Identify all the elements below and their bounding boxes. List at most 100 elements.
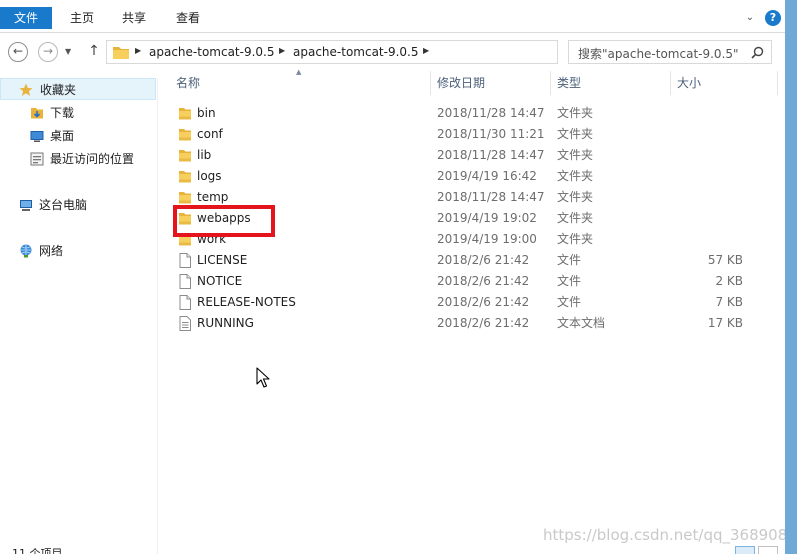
column-header-type[interactable]: 类型 xyxy=(551,71,671,95)
file-type: 文件夹 xyxy=(557,190,594,204)
file-row-bin[interactable]: bin 2018/11/28 14:47 文件夹 xyxy=(170,103,748,124)
sidebar-item-downloads[interactable]: 下载 xyxy=(0,102,156,124)
file-name: bin xyxy=(197,106,216,120)
sidebar-item-label: 网络 xyxy=(39,244,64,258)
file-type: 文件夹 xyxy=(557,232,594,246)
file-type: 文件 xyxy=(557,274,582,288)
file-size: 57 KB xyxy=(707,253,743,267)
folder-icon xyxy=(179,129,191,141)
file-type: 文件夹 xyxy=(557,127,594,141)
forward-button[interactable]: → xyxy=(38,42,58,62)
sidebar-item-label: 桌面 xyxy=(50,129,75,143)
file-date-modified: 2018/2/6 21:42 xyxy=(437,316,530,330)
column-header-size[interactable]: 大小 xyxy=(671,71,778,95)
search-input[interactable]: 搜索"apache-tomcat-9.0.5" xyxy=(568,40,772,64)
window-border xyxy=(785,0,797,554)
folder-icon xyxy=(179,150,191,162)
view-toggle-group xyxy=(735,546,778,554)
text-document-icon xyxy=(179,316,191,331)
folder-icon xyxy=(179,171,191,183)
star-icon xyxy=(19,83,33,96)
tab-share[interactable]: 共享 xyxy=(112,7,156,33)
expand-ribbon-chevron-icon[interactable]: ⌄ xyxy=(743,11,757,25)
large-icons-view-button[interactable] xyxy=(758,546,778,554)
file-type: 文件夹 xyxy=(557,106,594,120)
details-view-button[interactable] xyxy=(735,546,755,554)
sidebar-item-network[interactable]: 网络 xyxy=(0,240,156,262)
file-date-modified: 2018/11/28 14:47 xyxy=(437,190,545,204)
desktop-icon xyxy=(30,131,44,142)
file-type: 文本文档 xyxy=(557,316,606,330)
file-date-modified: 2019/4/19 16:42 xyxy=(437,169,537,183)
sidebar-item-this-pc[interactable]: 这台电脑 xyxy=(0,194,156,216)
file-row-conf[interactable]: conf 2018/11/30 11:21 文件夹 xyxy=(170,124,748,145)
file-date-modified: 2018/11/28 14:47 xyxy=(437,148,545,162)
column-header-name[interactable]: 名称 xyxy=(170,71,431,95)
file-date-modified: 2018/11/30 11:21 xyxy=(437,127,545,141)
file-type: 文件夹 xyxy=(557,169,594,183)
file-date-modified: 2018/2/6 21:42 xyxy=(437,274,530,288)
file-type: 文件夹 xyxy=(557,148,594,162)
breadcrumb-separator-icon[interactable]: ▶ xyxy=(135,46,141,55)
recent-locations-chevron-down-icon[interactable]: ▼ xyxy=(65,47,71,56)
navigation-bar: ← → ▼ ↑ ▶ apache-tomcat-9.0.5 ▶ apache-t… xyxy=(0,34,785,68)
column-header-row: ▲ 名称 修改日期 类型 大小 xyxy=(170,68,778,95)
file-icon xyxy=(179,253,191,268)
network-icon xyxy=(20,244,32,258)
file-name: conf xyxy=(197,127,223,141)
file-row-license[interactable]: LICENSE 2018/2/6 21:42 文件 57 KB xyxy=(170,250,748,271)
breadcrumb-separator-icon[interactable]: ▶ xyxy=(279,46,285,55)
file-row-logs[interactable]: logs 2019/4/19 16:42 文件夹 xyxy=(170,166,748,187)
file-row-lib[interactable]: lib 2018/11/28 14:47 文件夹 xyxy=(170,145,748,166)
file-row-running[interactable]: RUNNING 2018/2/6 21:42 文本文档 17 KB xyxy=(170,313,748,334)
highlight-box xyxy=(173,205,275,237)
file-date-modified: 2019/4/19 19:02 xyxy=(437,211,537,225)
search-icon[interactable] xyxy=(751,46,764,59)
file-name: LICENSE xyxy=(197,253,248,267)
file-explorer-window: 文件 主页 共享 查看 ⌄ ? ← → ▼ ↑ ▶ apache-tomcat-… xyxy=(0,0,797,554)
file-name: lib xyxy=(197,148,212,162)
folder-icon xyxy=(113,47,129,59)
column-header-date-modified[interactable]: 修改日期 xyxy=(431,71,551,95)
file-date-modified: 2018/2/6 21:42 xyxy=(437,295,530,309)
file-size: 2 KB xyxy=(715,274,743,288)
up-arrow-icon[interactable]: ↑ xyxy=(86,43,102,59)
sidebar-item-desktop[interactable]: 桌面 xyxy=(0,125,156,147)
recent-places-icon xyxy=(30,152,44,166)
search-placeholder: 搜索"apache-tomcat-9.0.5" xyxy=(578,47,739,61)
file-size: 7 KB xyxy=(715,295,743,309)
mouse-cursor-icon xyxy=(256,367,270,388)
file-name: RUNNING xyxy=(197,316,254,330)
watermark-text: https://blog.csdn.net/qq_36890813 xyxy=(543,526,797,544)
navigation-pane: 收藏夹 下载 桌面 最近访问的位置 这台电脑 网络 xyxy=(0,78,158,554)
help-icon[interactable]: ? xyxy=(765,10,781,26)
sidebar-item-recent-places[interactable]: 最近访问的位置 xyxy=(0,148,156,170)
file-type: 文件 xyxy=(557,295,582,309)
file-row-release-notes[interactable]: RELEASE-NOTES 2018/2/6 21:42 文件 7 KB xyxy=(170,292,748,313)
sidebar-item-favorites[interactable]: 收藏夹 xyxy=(0,78,156,100)
breadcrumb-separator-icon[interactable]: ▶ xyxy=(423,46,429,55)
tab-view[interactable]: 查看 xyxy=(166,7,210,33)
file-name: logs xyxy=(197,169,222,183)
breadcrumb-item[interactable]: apache-tomcat-9.0.5 xyxy=(149,45,275,59)
back-button[interactable]: ← xyxy=(8,42,28,62)
sidebar-item-label: 下载 xyxy=(50,106,75,120)
item-count: 11 个项目 xyxy=(12,547,63,554)
file-row-notice[interactable]: NOTICE 2018/2/6 21:42 文件 2 KB xyxy=(170,271,748,292)
computer-icon xyxy=(20,200,32,211)
ribbon-controls: ⌄ ? xyxy=(743,10,781,26)
ribbon: 文件 主页 共享 查看 ⌄ ? xyxy=(0,0,785,33)
sidebar-item-label: 最近访问的位置 xyxy=(50,152,135,166)
file-date-modified: 2018/11/28 14:47 xyxy=(437,106,545,120)
file-icon xyxy=(179,295,191,310)
file-name: RELEASE-NOTES xyxy=(197,295,296,309)
folder-icon xyxy=(179,108,191,120)
tab-file[interactable]: 文件 xyxy=(0,7,52,29)
tab-home[interactable]: 主页 xyxy=(60,7,104,33)
breadcrumb-item[interactable]: apache-tomcat-9.0.5 xyxy=(293,45,419,59)
downloads-folder-icon xyxy=(31,108,43,119)
file-type: 文件 xyxy=(557,253,582,267)
address-bar[interactable]: ▶ apache-tomcat-9.0.5 ▶ apache-tomcat-9.… xyxy=(106,40,655,64)
file-icon xyxy=(179,274,191,289)
file-name: NOTICE xyxy=(197,274,243,288)
